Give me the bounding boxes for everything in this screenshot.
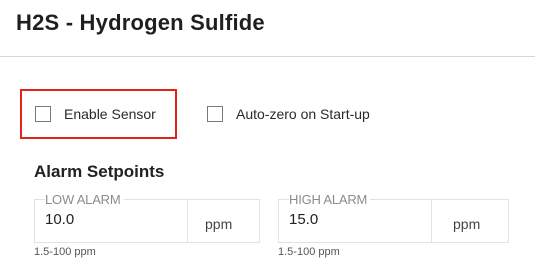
high-alarm-unit: ppm — [453, 216, 481, 232]
low-alarm-field[interactable]: LOW ALARM ppm — [34, 192, 260, 243]
high-alarm-input[interactable] — [289, 211, 409, 228]
low-alarm-label: LOW ALARM — [45, 192, 124, 208]
low-alarm-input[interactable] — [45, 211, 165, 228]
page-title: H2S - Hydrogen Sulfide — [16, 10, 265, 35]
enable-sensor-checkbox[interactable] — [35, 106, 51, 122]
low-alarm-range: 1.5-100 ppm — [34, 246, 96, 258]
auto-zero-label[interactable]: Auto-zero on Start-up — [236, 106, 370, 122]
high-alarm-range: 1.5-100 ppm — [278, 246, 340, 258]
header-divider — [0, 56, 535, 57]
alarm-setpoints-heading: Alarm Setpoints — [34, 162, 165, 181]
high-alarm-label: HIGH ALARM — [289, 192, 371, 208]
enable-sensor-option[interactable]: Enable Sensor — [35, 106, 156, 122]
high-alarm-field[interactable]: HIGH ALARM ppm — [278, 192, 509, 243]
low-alarm-unit: ppm — [205, 216, 233, 232]
auto-zero-checkbox[interactable] — [207, 106, 223, 122]
enable-sensor-label[interactable]: Enable Sensor — [64, 106, 156, 122]
auto-zero-option[interactable]: Auto-zero on Start-up — [207, 106, 370, 122]
